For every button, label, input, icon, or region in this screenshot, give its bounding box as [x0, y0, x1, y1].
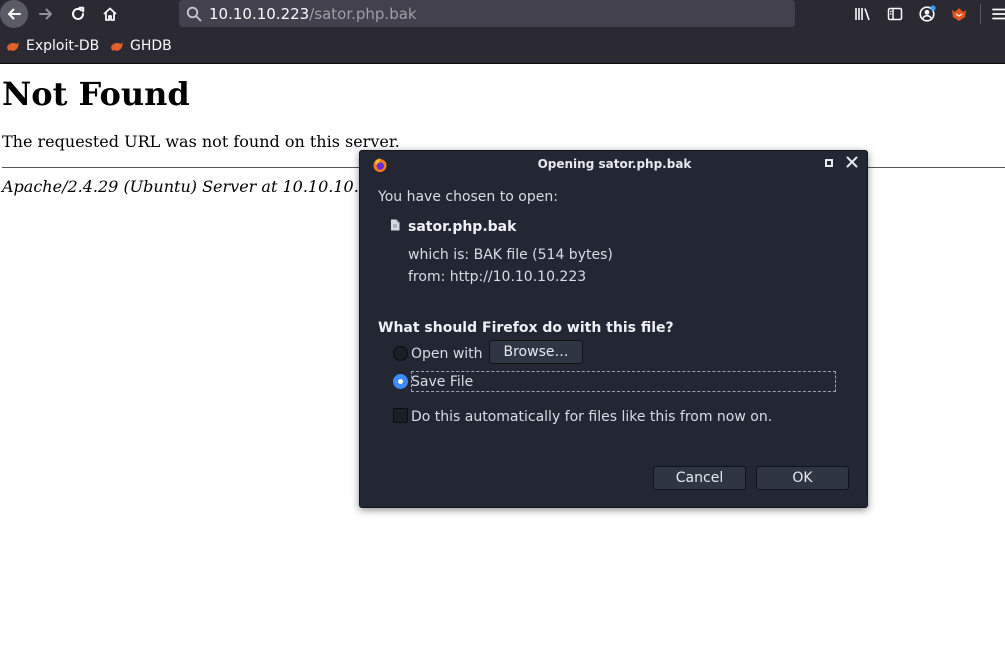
bookmark-exploit-db[interactable]: Exploit-DB [6, 38, 99, 54]
fox-extension-icon [952, 8, 966, 21]
toolbar-divider [980, 4, 981, 24]
auto-action-checkbox[interactable] [393, 408, 408, 423]
from-label: from: [408, 269, 446, 285]
extension-button[interactable] [948, 3, 970, 25]
search-icon [179, 6, 209, 22]
library-button[interactable] [852, 3, 874, 25]
url-host: 10.10.10.223 [209, 4, 310, 23]
save-file-radio[interactable] [393, 374, 408, 389]
forward-button[interactable] [32, 0, 60, 28]
bookmark-label: GHDB [130, 38, 172, 54]
file-icon [391, 219, 400, 231]
bookmark-ghdb[interactable]: GHDB [110, 38, 172, 54]
focus-ring [411, 371, 836, 392]
browser-toolbar: 10.10.10.223/sator.php.bak [0, 0, 1005, 30]
reload-button[interactable] [64, 0, 92, 28]
ghdb-icon [111, 42, 123, 51]
error-message: The requested URL was not found on this … [2, 132, 400, 151]
library-icon [855, 8, 870, 21]
sidebar-button[interactable] [884, 3, 906, 25]
home-button[interactable] [96, 0, 124, 28]
account-icon [919, 5, 936, 22]
dialog-intro: You have chosen to open: [378, 189, 558, 205]
menu-button[interactable] [988, 3, 1005, 25]
open-with-radio[interactable] [393, 346, 408, 361]
bookmark-label: Exploit-DB [26, 38, 100, 54]
maximize-button[interactable] [825, 159, 833, 167]
cancel-button[interactable]: Cancel [653, 466, 746, 490]
page-title: Not Found [2, 75, 190, 113]
arrow-left-icon [8, 8, 21, 20]
home-icon [103, 7, 117, 21]
ok-button[interactable]: OK [756, 466, 849, 490]
browse-button[interactable]: Browse… [489, 340, 583, 364]
url-text: 10.10.10.223/sator.php.bak [209, 5, 417, 23]
back-button[interactable] [0, 0, 28, 28]
auto-action-label[interactable]: Do this automatically for files like thi… [411, 409, 772, 425]
which-is-label: which is: [408, 247, 470, 263]
hamburger-menu-icon [992, 8, 1005, 20]
download-dialog: Opening sator.php.bak You have chosen to… [359, 150, 868, 508]
sidebar-icon [887, 7, 903, 21]
file-type-row: which is: BAK file (514 bytes) [408, 247, 613, 263]
file-source-row: from: http://10.10.10.223 [408, 269, 586, 285]
exploit-db-icon [7, 42, 19, 51]
url-path: /sator.php.bak [309, 4, 417, 23]
dialog-title: Opening sator.php.bak [537, 157, 692, 171]
server-signature: Apache/2.4.29 (Ubuntu) Server at 10.10.1… [2, 177, 359, 196]
dialog-question: What should Firefox do with this file? [378, 320, 674, 336]
from-value: http://10.10.10.223 [449, 269, 587, 285]
open-with-label[interactable]: Open with [411, 346, 483, 362]
close-icon[interactable] [846, 155, 858, 169]
arrow-right-icon [39, 8, 52, 20]
file-name: sator.php.bak [408, 219, 517, 235]
which-is-value: BAK file (514 bytes) [473, 247, 613, 263]
url-bar[interactable]: 10.10.10.223/sator.php.bak [179, 0, 795, 27]
bookmarks-toolbar: Exploit-DB GHDB [0, 30, 1005, 64]
save-file-label[interactable]: Save File [411, 374, 473, 390]
reload-icon [72, 6, 85, 20]
account-button[interactable] [916, 3, 938, 25]
